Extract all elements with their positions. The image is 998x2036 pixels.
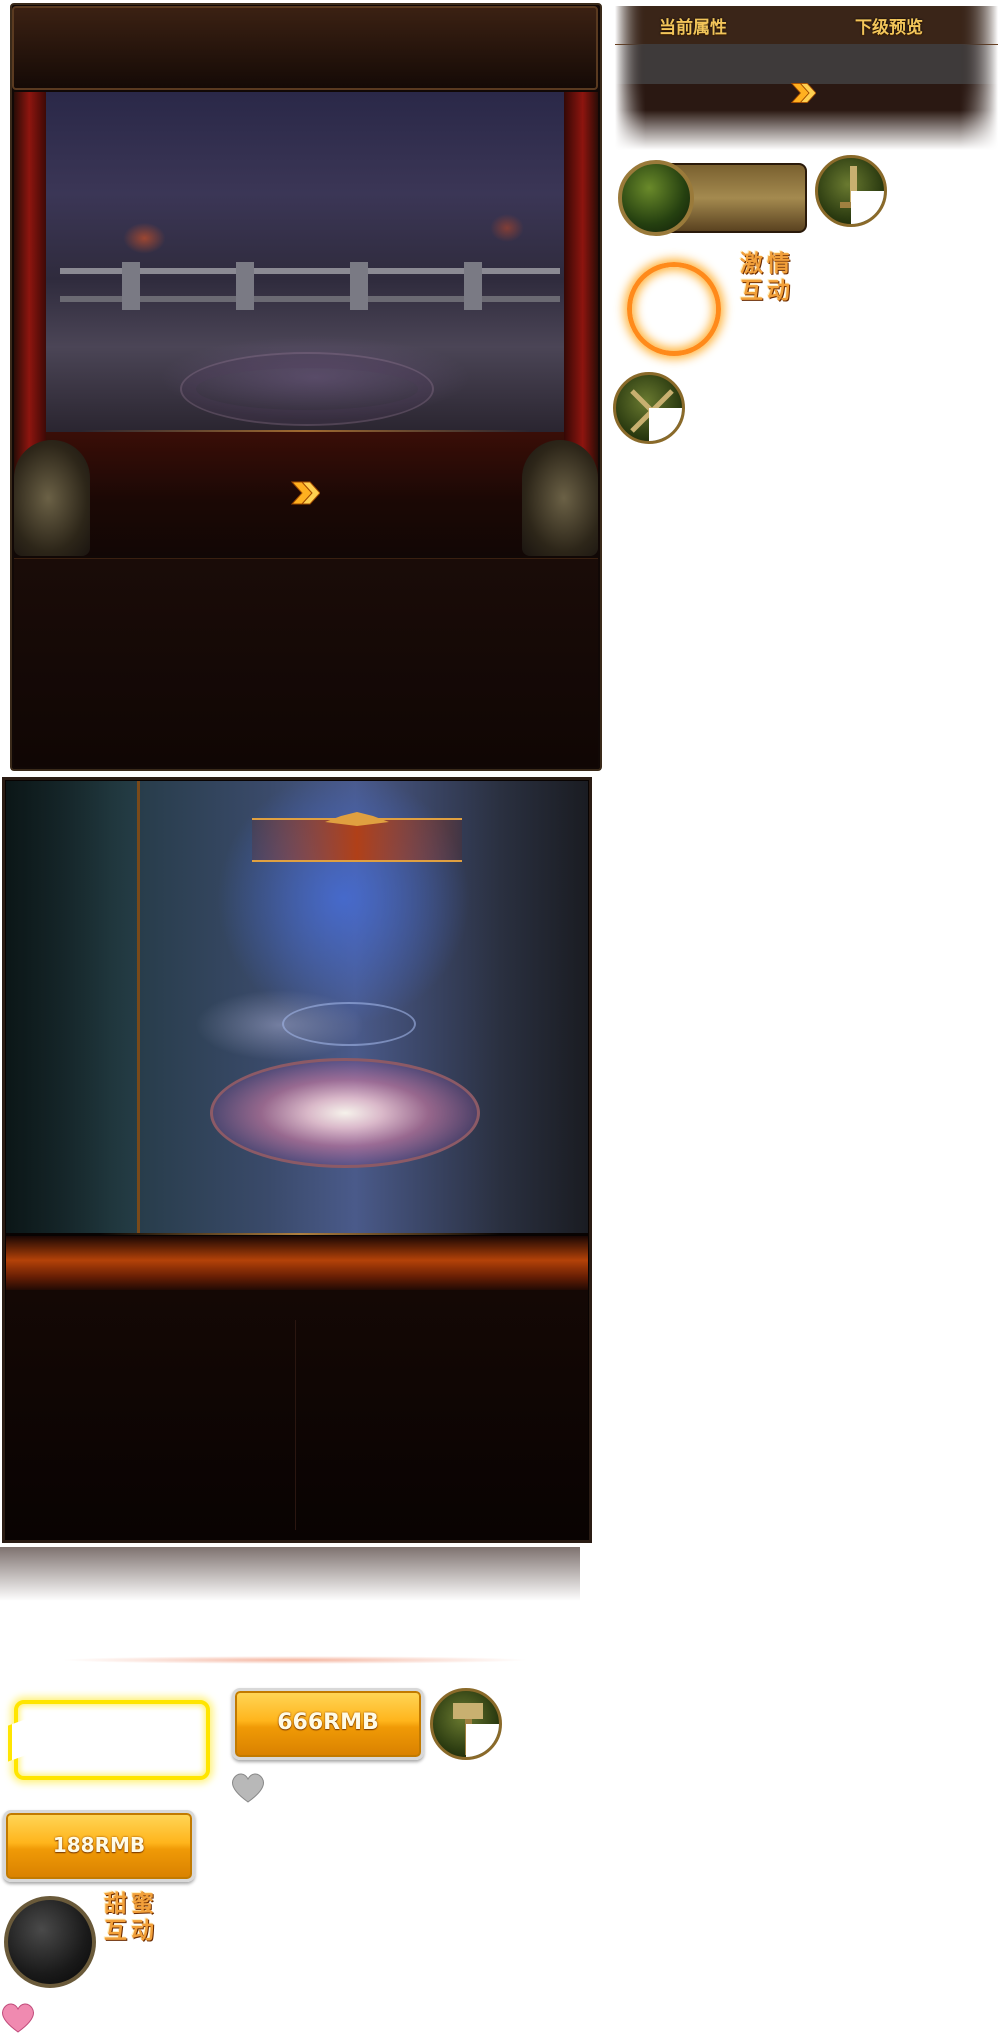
crossed-weapons-icon[interactable] bbox=[613, 372, 685, 444]
altar-panel-bottom bbox=[6, 1290, 588, 1540]
double-chevron-right-icon bbox=[790, 83, 816, 103]
sweet-interaction-label-line2: 互动 bbox=[104, 1917, 158, 1944]
altar-left-column bbox=[6, 781, 140, 1233]
current-attributes-label: 当前属性 bbox=[659, 18, 727, 38]
heart-icon bbox=[2, 2003, 34, 2033]
magic-circle bbox=[210, 1058, 480, 1168]
upper-rune-circle bbox=[282, 1002, 416, 1046]
sweet-interaction-label-line1: 甜蜜 bbox=[104, 1890, 158, 1917]
divider bbox=[100, 1233, 500, 1235]
buy-666rmb-button[interactable]: 666RMB bbox=[232, 1688, 424, 1760]
floor-rune-circle bbox=[180, 352, 434, 426]
dragon-ornament-right bbox=[522, 440, 598, 556]
stage-panel-bottom bbox=[14, 558, 598, 767]
buy-188rmb-button[interactable]: 188RMB bbox=[3, 1810, 195, 1882]
glow-line bbox=[60, 1656, 530, 1664]
attribute-box-fade bbox=[615, 110, 998, 150]
icon-cooldown-mask bbox=[466, 1724, 499, 1757]
icon-cooldown-mask bbox=[851, 191, 884, 224]
divider bbox=[295, 1320, 296, 1530]
next-level-preview-label: 下级预览 bbox=[855, 18, 923, 38]
double-chevron-right-icon[interactable] bbox=[290, 478, 320, 508]
heart-icon bbox=[232, 1773, 264, 1803]
passion-interaction-label-line2: 互动 bbox=[740, 277, 794, 304]
dragon-ornament-left bbox=[14, 440, 90, 556]
sword-icon[interactable] bbox=[815, 155, 887, 227]
passion-interaction-label-line1: 激情 bbox=[740, 250, 794, 277]
selection-frame[interactable] bbox=[14, 1700, 210, 1780]
stage-panel-header bbox=[12, 6, 598, 90]
divider bbox=[80, 430, 530, 432]
hammer-icon[interactable] bbox=[430, 1688, 502, 1760]
icon-cooldown-mask bbox=[649, 408, 682, 441]
skill-orb-icon[interactable] bbox=[618, 160, 694, 236]
crest-ornament-icon bbox=[325, 812, 389, 826]
shadow-strip bbox=[0, 1547, 580, 1667]
altar-glow-band bbox=[6, 1236, 588, 1290]
attribute-box-row bbox=[615, 44, 998, 84]
glow-ring-icon[interactable] bbox=[627, 262, 721, 356]
stone-railing bbox=[60, 262, 560, 310]
selection-frame-notch bbox=[8, 1718, 28, 1762]
empty-orb-slot[interactable] bbox=[4, 1896, 96, 1988]
